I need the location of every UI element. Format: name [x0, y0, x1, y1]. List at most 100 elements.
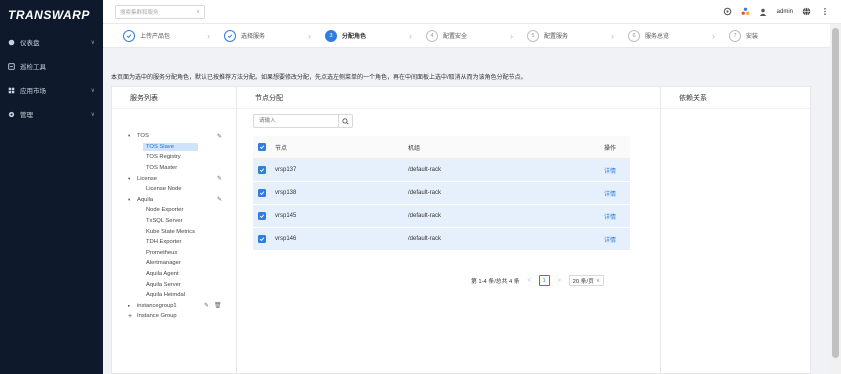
tree-group[interactable]: ▸ instancegroup1 ✎ 🗑 — [112, 301, 236, 312]
step-number-circle: 5 — [527, 29, 539, 42]
step-5[interactable]: 5 配置服务 › — [527, 24, 628, 48]
services-column: 服务列表 ▾ TOS ✎ TOS Slave TOS Registry TOS Maste… — [112, 87, 237, 374]
sidebar-item-label: 应用市场 — [20, 88, 46, 95]
row-checkbox[interactable] — [258, 189, 266, 197]
step-number-circle: 4 — [426, 29, 438, 42]
prev-page-icon[interactable]: < — [525, 276, 534, 285]
tree-item-label: TOS — [137, 133, 149, 140]
caret-down-icon[interactable]: ▾ — [128, 197, 134, 203]
chevron-right-icon: › — [409, 30, 412, 41]
row-checkbox[interactable] — [258, 212, 266, 220]
plus-icon[interactable]: + — [128, 313, 134, 320]
table-row[interactable]: vrsp137/default-rack 详情 — [253, 159, 630, 182]
page-size-value: 20 条/页 — [572, 279, 594, 285]
step-number: 5 — [531, 32, 535, 39]
tree-item-label: TxSQL Server — [146, 218, 183, 225]
edit-icon[interactable]: ✎ — [217, 196, 222, 203]
edit-icon[interactable]: ✎ — [217, 175, 222, 182]
step-label: 分配角色 — [342, 34, 367, 40]
edit-icon[interactable]: ✎ — [217, 133, 222, 140]
table-row[interactable]: vrsp138/default-rack 详情 — [253, 182, 630, 205]
step-label: 配置安全 — [443, 34, 468, 40]
tree-item-label: TOS Registry — [146, 154, 181, 161]
sidebar-item-3[interactable]: 管理 ∨ — [0, 102, 103, 126]
tree-role-item[interactable]: License Node — [112, 184, 236, 195]
tree-group[interactable]: ▾ Aquila ✎ — [112, 195, 236, 206]
tree-role-item[interactable]: Kube State Metrics — [112, 226, 236, 237]
more-icon[interactable] — [820, 7, 829, 16]
tree-group[interactable]: + Instance Group — [112, 311, 236, 322]
tree-role-item[interactable]: TDH Exporter — [112, 237, 236, 248]
sidebar-item-1[interactable]: 巡检工具 — [0, 54, 103, 78]
sidebar-item-2[interactable]: 应用市场 ∨ — [0, 78, 103, 102]
tree-role-item[interactable]: Alertmanager — [112, 258, 236, 269]
tree-item-label: License Node — [146, 186, 182, 193]
caret-down-icon[interactable]: ▾ — [128, 133, 134, 139]
step-7[interactable]: 7 安装 — [729, 24, 830, 48]
search-icon[interactable] — [338, 115, 352, 127]
tree-role-item[interactable]: Prometheus — [112, 248, 236, 259]
tree-group[interactable]: ▾ TOS ✎ — [112, 131, 236, 142]
step-label: 服务总览 — [645, 34, 670, 40]
tree-item-label: Alertmanager — [146, 260, 181, 267]
step-1[interactable]: 上传产品包 › — [123, 24, 224, 48]
page-description: 本页面为选中的服务分配角色，默认已按推荐方法分配。如果想要修改分配，先点选左侧菜… — [111, 75, 527, 81]
tree-group[interactable]: ▾ License ✎ — [112, 173, 236, 184]
edit-icon[interactable]: ✎ — [204, 302, 209, 309]
tree-role-item[interactable]: TOS Slave — [112, 142, 236, 153]
select-all-checkbox[interactable] — [258, 143, 266, 151]
details-link[interactable]: 详情 — [604, 212, 630, 221]
step-4[interactable]: 4 配置安全 › — [426, 24, 527, 48]
tree-item-label: Aquila — [137, 196, 154, 203]
chevron-down-icon: ∨ — [90, 111, 95, 118]
cluster-select-placeholder: 搜索集群和服务 — [120, 9, 159, 16]
chevron-right-icon: › — [308, 30, 311, 41]
details-link[interactable]: 详情 — [604, 235, 630, 244]
details-link[interactable]: 详情 — [604, 189, 630, 198]
user-name[interactable]: admin — [777, 9, 793, 15]
cell-rack: /default-rack — [408, 236, 442, 242]
caret-right-icon[interactable]: ▸ — [128, 303, 134, 309]
cluster-select[interactable]: 搜索集群和服务 ∨ — [115, 4, 205, 19]
tree-role-item[interactable]: Aquila Agent — [112, 269, 236, 280]
caret-down-icon[interactable]: ▾ — [128, 176, 134, 182]
tree-role-item[interactable]: TOS Master — [112, 163, 236, 174]
delete-icon[interactable]: 🗑 — [214, 302, 222, 309]
tree-role-item[interactable]: Aquila Server — [112, 279, 236, 290]
cell-node: vrsp138 — [275, 190, 297, 196]
row-checkbox[interactable] — [258, 166, 266, 174]
tree-role-item[interactable]: TxSQL Server — [112, 216, 236, 227]
apps-icon[interactable] — [741, 7, 750, 16]
sidebar-item-0[interactable]: 仪表盘 ∨ — [0, 30, 103, 54]
top-bar: 搜索集群和服务 ∨ admin — [103, 0, 841, 24]
tree-item-label: License — [137, 175, 157, 182]
tree-role-item[interactable]: TOS Registry — [112, 152, 236, 163]
next-page-icon[interactable]: > — [555, 276, 564, 285]
details-link[interactable]: 详情 — [604, 166, 630, 175]
header-action: 操作 — [604, 145, 617, 152]
role-assignment-panel: 服务列表 ▾ TOS ✎ TOS Slave TOS Registry TOS Maste… — [111, 86, 811, 374]
brand-logo[interactable]: TRANSWARP — [0, 0, 103, 30]
globe-icon[interactable] — [802, 7, 811, 16]
tree-role-item[interactable]: Node Exporter — [112, 205, 236, 216]
cell-rack: /default-rack — [408, 167, 442, 173]
step-6[interactable]: 6 服务总览 › — [628, 24, 729, 48]
install-steps: 上传产品包 › 选择服务 › 3 分配角色 › 4 配置安全 › 5 配置服务 › 6 服务总览 › 7 安装 — [103, 24, 830, 48]
settings-icon[interactable] — [723, 7, 732, 16]
search-input[interactable] — [254, 115, 338, 127]
tree-role-item[interactable]: Aquila Heimdal — [112, 290, 236, 301]
page-size-select[interactable]: 20 条/页 ∨ — [568, 275, 605, 286]
row-checkbox[interactable] — [258, 235, 266, 243]
table-row[interactable]: vrsp146/default-rack 详情 — [253, 228, 630, 251]
scrollbar-thumb[interactable] — [832, 28, 839, 358]
step-2[interactable]: 选择服务 › — [224, 24, 325, 48]
table-row[interactable]: vrsp145/default-rack 详情 — [253, 205, 630, 228]
page-number[interactable]: 1 — [538, 275, 550, 286]
step-3[interactable]: 3 分配角色 › — [325, 24, 426, 48]
step-label: 配置服务 — [544, 34, 569, 40]
page-scrollbar[interactable] — [830, 24, 841, 374]
tree-item-label: Aquila Server — [146, 281, 181, 288]
cell-rack: /default-rack — [408, 190, 442, 196]
user-icon[interactable] — [759, 7, 768, 16]
nodes-column: 节点分配 节点 机组 操作 vrsp137/default-rack详情vrsp… — [237, 87, 661, 374]
